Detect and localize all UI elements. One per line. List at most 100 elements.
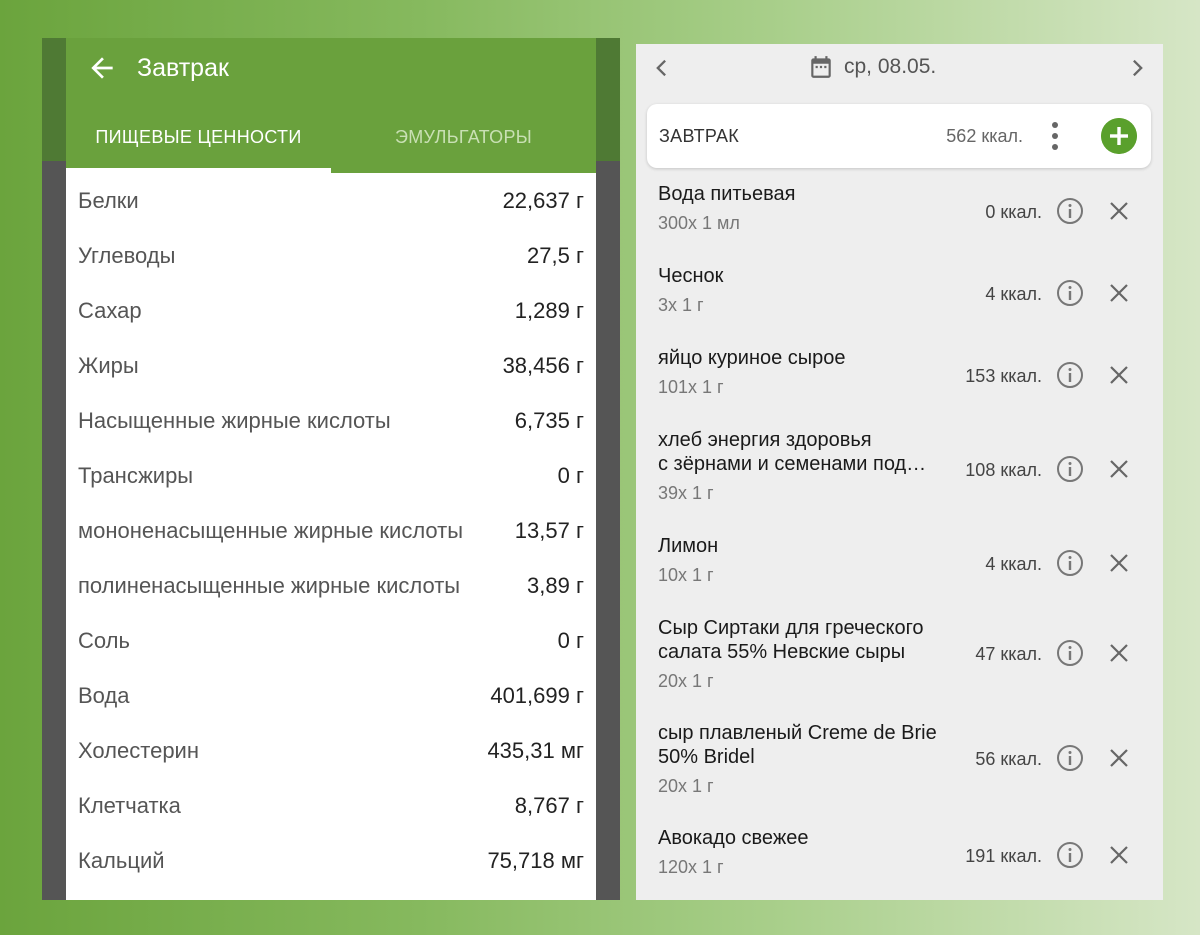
food-quantity: 20x 1 г [658, 776, 714, 796]
close-icon[interactable] [1106, 640, 1132, 666]
calendar-icon [811, 56, 831, 78]
nutrient-value: 1,289 г [514, 297, 584, 323]
food-name: хлеб энергия здоровья [658, 429, 872, 451]
more-vert-icon[interactable] [1041, 119, 1069, 153]
back-arrow-icon[interactable] [86, 52, 118, 84]
tab-nutrition-values[interactable]: ПИЩЕВЫЕ ЦЕННОСТИ [66, 101, 331, 173]
nutrient-value: 27,5 г [527, 242, 584, 268]
nutrient-row: Кальций 75,718 мг [66, 833, 596, 888]
food-item[interactable]: хлеб энергия здоровья с зёрнами и семена… [658, 428, 1148, 524]
close-icon[interactable] [1106, 362, 1132, 388]
nutrient-value: 3,89 г [527, 572, 584, 598]
info-icon[interactable] [1056, 455, 1084, 483]
tab-emulsifiers[interactable]: ЭМУЛЬГАТОРЫ [331, 101, 596, 173]
nutrient-name: Белки [78, 187, 139, 213]
nutrient-name: Кальций [78, 847, 165, 873]
close-icon[interactable] [1106, 550, 1132, 576]
meal-header-card: ЗАВТРАК 562 ккал. [647, 104, 1151, 168]
close-icon[interactable] [1106, 456, 1132, 482]
nutrient-value: 0 г [557, 462, 584, 488]
nutrient-row: полиненасыщенные жирные кислоты 3,89 г [66, 558, 596, 613]
nutrient-name: Жиры [78, 352, 139, 378]
food-name: сыр плавленый Creme de Brie [658, 722, 937, 744]
food-item[interactable]: Сыр Сиртаки для греческого салата 55% Не… [658, 616, 1148, 712]
food-kcal: 0 ккал. [985, 202, 1042, 222]
meal-name: ЗАВТРАК [659, 126, 740, 146]
nutrient-name: Сахар [78, 297, 142, 323]
nutrient-name: Холестерин [78, 737, 199, 763]
right-phone-screen: ср, 08.05. ЗАВТРАК 562 ккал. Вода питьев… [636, 44, 1163, 900]
nutrient-list: Белки 22,637 г Углеводы 27,5 г Сахар 1,289 … [66, 173, 596, 888]
dialog-header: Завтрак ПИЩЕВЫЕ ЦЕННОСТИ ЭМУЛЬГАТОРЫ [66, 38, 596, 173]
food-item[interactable]: яйцо куриное сырое 101x 1 г 153 ккал. [658, 346, 1148, 416]
nutrient-row: мононенасыщенные жирные кислоты 13,57 г [66, 503, 596, 558]
chevron-right-icon[interactable] [1123, 54, 1151, 82]
current-date: ср, 08.05. [844, 55, 937, 78]
nutrient-row: Клетчатка 8,767 г [66, 778, 596, 833]
nutrient-name: Соль [78, 627, 130, 653]
food-kcal: 191 ккал. [965, 846, 1042, 866]
nutrient-row: Холестерин 435,31 мг [66, 723, 596, 778]
date-navigator: ср, 08.05. [636, 44, 1163, 96]
nutrient-name: мононенасыщенные жирные кислоты [78, 517, 464, 543]
nutrient-value: 0 г [557, 627, 584, 653]
food-name: Сыр Сиртаки для греческого [658, 617, 924, 639]
dialog-title: Завтрак [137, 54, 229, 82]
food-item[interactable]: Лимон 10x 1 г 4 ккал. [658, 534, 1148, 604]
info-icon[interactable] [1056, 197, 1084, 225]
nutrition-dialog: Завтрак ПИЩЕВЫЕ ЦЕННОСТИ ЭМУЛЬГАТОРЫ Бел… [66, 38, 596, 900]
nutrient-row: Вода 401,699 г [66, 668, 596, 723]
food-item[interactable]: сыр плавленый Creme de Brie 50% Bridel 2… [658, 721, 1148, 817]
nutrient-value: 22,637 г [502, 187, 584, 213]
nutrient-name: Клетчатка [78, 792, 181, 818]
meal-total-kcal: 562 ккал. [946, 126, 1023, 146]
info-icon[interactable] [1056, 744, 1084, 772]
nutrient-value: 38,456 г [502, 352, 584, 378]
food-kcal: 47 ккал. [975, 644, 1042, 664]
nutrient-name: Трансжиры [78, 462, 194, 488]
food-quantity: 20x 1 г [658, 671, 714, 691]
nutrient-value: 435,31 мг [487, 737, 584, 763]
nutrient-row: Углеводы 27,5 г [66, 228, 596, 283]
nutrient-row: Жиры 38,456 г [66, 338, 596, 393]
food-kcal: 153 ккал. [965, 366, 1042, 386]
info-icon[interactable] [1056, 279, 1084, 307]
food-item[interactable]: Чеснок 3x 1 г 4 ккал. [658, 264, 1148, 334]
nutrient-value: 13,57 г [514, 517, 584, 543]
nutrient-value: 8,767 г [514, 792, 584, 818]
close-icon[interactable] [1106, 745, 1132, 771]
nutrient-value: 6,735 г [514, 407, 584, 433]
info-icon[interactable] [1056, 361, 1084, 389]
food-item[interactable]: Вода питьевая 300x 1 мл 0 ккал. [658, 182, 1148, 252]
info-icon[interactable] [1056, 841, 1084, 869]
close-icon[interactable] [1106, 198, 1132, 224]
nutrient-value: 401,699 г [490, 682, 584, 708]
background-app-edge-left [42, 38, 66, 900]
plus-icon[interactable] [1101, 118, 1137, 154]
close-icon[interactable] [1106, 280, 1132, 306]
left-phone-screen: Завтрак ПИЩЕВЫЕ ЦЕННОСТИ ЭМУЛЬГАТОРЫ Бел… [42, 38, 620, 900]
nutrient-value: 75,718 мг [487, 847, 584, 873]
food-kcal: 4 ккал. [985, 554, 1042, 574]
nutrient-row: Белки 22,637 г [66, 173, 596, 228]
nutrient-name: Углеводы [78, 242, 176, 268]
food-quantity: 39x 1 г [658, 483, 714, 503]
info-icon[interactable] [1056, 639, 1084, 667]
info-icon[interactable] [1056, 549, 1084, 577]
food-kcal: 56 ккал. [975, 749, 1042, 769]
nutrient-name: Вода [78, 682, 130, 708]
chevron-left-icon[interactable] [648, 54, 676, 82]
nutrient-name: полиненасыщенные жирные кислоты [78, 572, 461, 598]
nutrient-row: Соль 0 г [66, 613, 596, 668]
food-item[interactable]: Авокадо свежее 120x 1 г 191 ккал. [658, 826, 1148, 896]
background-app-edge-right [596, 38, 620, 900]
nutrient-name: Насыщенные жирные кислоты [78, 407, 391, 433]
tab-bar: ПИЩЕВЫЕ ЦЕННОСТИ ЭМУЛЬГАТОРЫ [66, 101, 596, 173]
nutrient-row: Насыщенные жирные кислоты 6,735 г [66, 393, 596, 448]
close-icon[interactable] [1106, 842, 1132, 868]
nutrient-row: Трансжиры 0 г [66, 448, 596, 503]
nutrient-row: Сахар 1,289 г [66, 283, 596, 338]
food-kcal: 108 ккал. [965, 460, 1042, 480]
date-picker[interactable]: ср, 08.05. [808, 53, 936, 81]
food-kcal: 4 ккал. [985, 284, 1042, 304]
